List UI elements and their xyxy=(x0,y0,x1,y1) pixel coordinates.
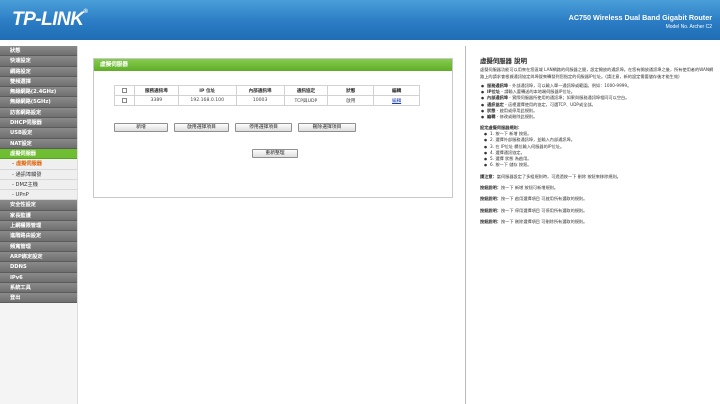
registered-mark: ® xyxy=(83,9,88,15)
col-ip-address: IP 位址 xyxy=(177,85,237,96)
refresh-button[interactable]: 重新整理 xyxy=(252,149,298,158)
virtual-server-panel: 虛擬伺服器 服務通訊埠 IP 位址 內部通訊埠 通訊協定 狀態 編輯 3389 … xyxy=(93,58,453,198)
help-note: 按鈕說明：按一下 刪除選擇項目 可刪除所有選取的規則。 xyxy=(480,218,588,224)
sidebar-item-0[interactable]: 狀態 xyxy=(0,46,77,57)
row-checkbox[interactable] xyxy=(121,97,127,103)
help-steps-list: 1. 按一下 新增 按鈕。 2. 選擇外部服務通訊埠，並輸入內部通訊埠。 3. … xyxy=(480,131,714,169)
help-step: 6. 按一下 儲存 按鈕。 xyxy=(483,162,714,169)
help-note: 按鈕說明：按一下 啟用選擇項目 可啟用所有選取的規則。 xyxy=(480,196,588,202)
edit-link[interactable]: 編輯 xyxy=(392,99,401,104)
enable-selected-button[interactable]: 啟用選擇項目 xyxy=(174,123,229,132)
sidebar-item-10[interactable]: 虛擬伺服器 xyxy=(0,148,77,160)
col-internal-port: 內部通訊埠 xyxy=(235,85,285,96)
add-button[interactable]: 新增 xyxy=(114,123,168,132)
rules-table: 服務通訊埠 IP 位址 內部通訊埠 通訊協定 狀態 編輯 3389 192.16… xyxy=(114,85,420,106)
sidebar-item-17[interactable]: 上網權限管理 xyxy=(0,221,77,232)
sidebar-item-22[interactable]: IPv6 xyxy=(0,272,77,283)
cell-status: 啟用 xyxy=(327,95,375,106)
product-name: AC750 Wireless Dual Band Gigabit Router xyxy=(568,13,712,22)
model-number: Model No. Archer C2 xyxy=(665,24,712,30)
sidebar-item-4[interactable]: 無線網路(2.4GHz) xyxy=(0,87,77,98)
cell-service-port: 3389 xyxy=(133,95,179,106)
sidebar-item-21[interactable]: DDNS xyxy=(0,262,77,273)
sidebar-item-6[interactable]: 訪客網路設定 xyxy=(0,107,77,119)
sidebar-menu: 狀態 快速設定 網路設定 雙頻選擇 無線網路(2.4GHz) 無線網路(5GHz) 訪客網路… xyxy=(0,46,78,404)
cell-ip-address: 192.168.0.100 xyxy=(177,95,237,106)
help-intro: 虛擬伺服器功能可以用來在您區域 LAN網路的伺服器之間，設定開放的通訊埠。在您有… xyxy=(480,67,714,79)
select-all-checkbox[interactable] xyxy=(121,87,127,93)
col-service-port: 服務通訊埠 xyxy=(133,85,179,96)
table-header-row: 服務通訊埠 IP 位址 內部通訊埠 通訊協定 狀態 編輯 xyxy=(114,85,420,96)
sidebar-item-1[interactable]: 快速設定 xyxy=(0,56,77,67)
cell-internal-port: 10003 xyxy=(235,95,285,106)
sidebar-item-18[interactable]: 進階路由設定 xyxy=(0,231,77,242)
help-field-item: 編輯 - 修改或刪除此規則。 xyxy=(480,114,714,121)
sidebar-item-5[interactable]: 無線網路(5GHz) xyxy=(0,97,77,108)
sidebar-item-24[interactable]: 登出 xyxy=(0,293,77,304)
help-panel: 虛擬伺服器 說明 虛擬伺服器功能可以用來在您區域 LAN網路的伺服器之間，設定開… xyxy=(480,58,714,228)
disable-selected-button[interactable]: 停用選擇項目 xyxy=(235,123,292,132)
sidebar-item-3[interactable]: 雙頻選擇 xyxy=(0,76,77,88)
cell-edit: 編輯 xyxy=(373,95,420,106)
help-note: 按鈕說明：按一下 停用選擇項目 可停用所有選取的規則。 xyxy=(480,207,588,213)
delete-selected-button[interactable]: 刪除選擇項目 xyxy=(298,123,356,132)
sidebar-item-15[interactable]: 安全性設定 xyxy=(0,200,77,211)
sidebar-item-7[interactable]: DHCP伺服器 xyxy=(0,118,77,129)
help-field-list: 服務通訊埠 - 外部通訊埠，可以輸入單一通訊埠或範圍。例如：1000-9999。… xyxy=(480,83,714,121)
help-title: 虛擬伺服器 說明 xyxy=(480,57,527,65)
sidebar-item-13[interactable]: - DMZ主機 xyxy=(0,179,77,191)
sidebar-item-16[interactable]: 家長監護 xyxy=(0,210,77,222)
main-content: 虛擬伺服器 服務通訊埠 IP 位址 內部通訊埠 通訊協定 狀態 編輯 3389 … xyxy=(80,46,466,404)
col-status: 狀態 xyxy=(327,85,375,96)
sidebar-item-9[interactable]: NAT設定 xyxy=(0,138,77,149)
header-banner: TP-LINK® AC750 Wireless Dual Band Gigabi… xyxy=(0,0,720,40)
help-note: 按鈕說明：按一下 新增 按鈕可新增規則。 xyxy=(480,185,559,191)
col-edit: 編輯 xyxy=(373,85,420,96)
sidebar-item-12[interactable]: - 通訊埠觸發 xyxy=(0,169,77,180)
sidebar-item-20[interactable]: ARP綁定設定 xyxy=(0,251,77,263)
sidebar-item-11[interactable]: - 虛擬伺服器 xyxy=(0,159,77,170)
row-select-cell[interactable] xyxy=(114,95,135,106)
table-row: 3389 192.168.0.100 10003 TCP與UDP 啟用 編輯 xyxy=(114,95,420,106)
select-all-header[interactable] xyxy=(114,85,135,96)
cell-protocol: TCP與UDP xyxy=(283,95,329,106)
tp-link-logo: TP-LINK® xyxy=(12,9,88,30)
sidebar-item-2[interactable]: 網路設定 xyxy=(0,66,77,77)
sidebar-item-23[interactable]: 系統工具 xyxy=(0,282,77,294)
sidebar-item-19[interactable]: 頻寬管理 xyxy=(0,241,77,252)
sidebar-item-14[interactable]: - UPnP xyxy=(0,190,77,201)
help-note: 請注意：當伺服器設定了多組規則時，可透過按一下 刪除 按鈕來移除規則。 xyxy=(480,173,621,179)
sidebar-item-8[interactable]: USB設定 xyxy=(0,128,77,139)
col-protocol: 通訊協定 xyxy=(283,85,329,96)
panel-title: 虛擬伺服器 xyxy=(94,59,452,71)
